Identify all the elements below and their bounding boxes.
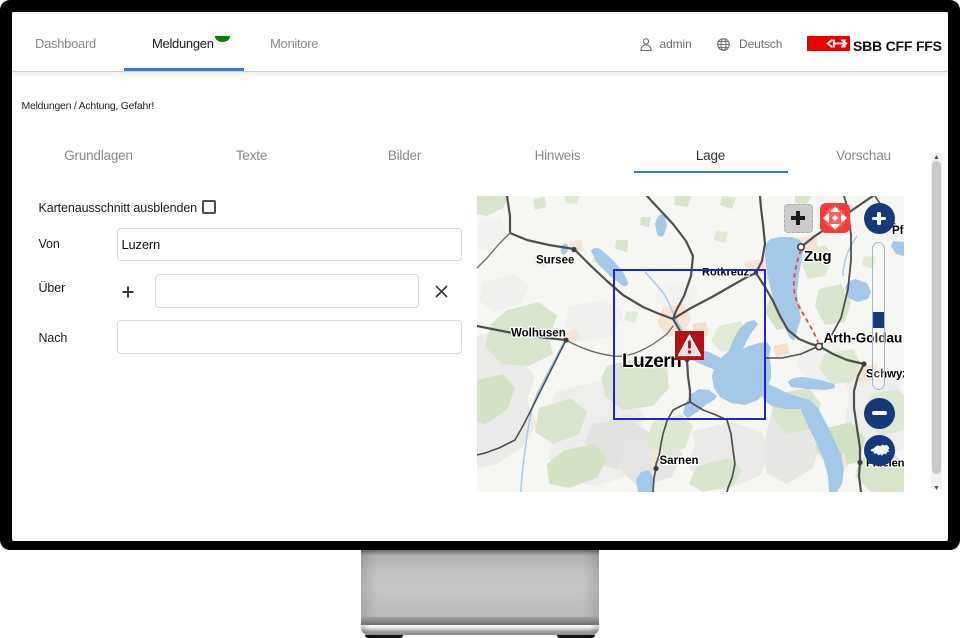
svg-text:Wolhusen: Wolhusen (510, 327, 565, 339)
svg-text:Sarnen: Sarnen (659, 454, 698, 466)
svg-text:Zug: Zug (803, 247, 831, 264)
svg-text:Arth-Goldau: Arth-Goldau (823, 330, 902, 345)
svg-text:Sursee: Sursee (535, 254, 573, 266)
